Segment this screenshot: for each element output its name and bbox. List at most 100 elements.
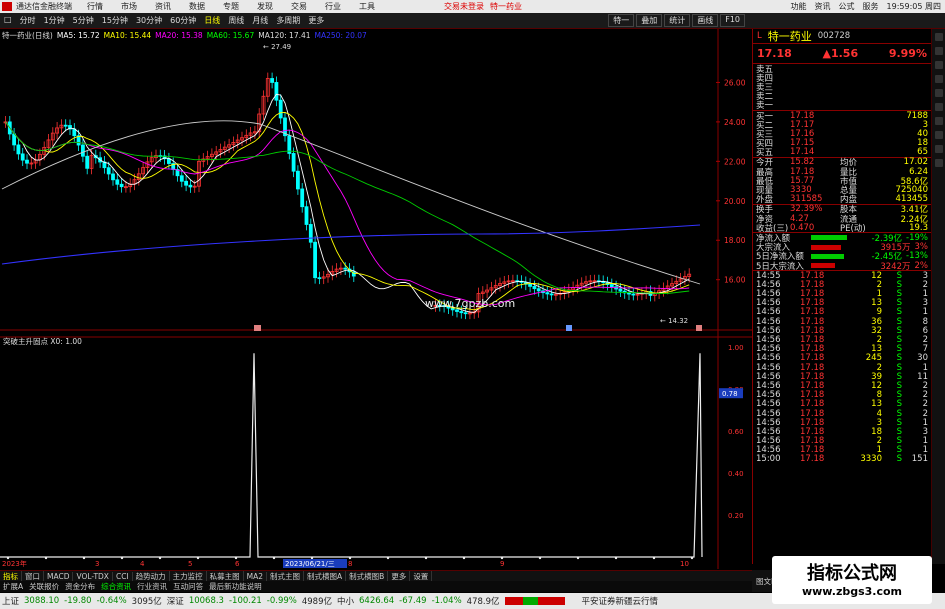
sidebar-icon-10[interactable] bbox=[934, 159, 943, 167]
toolbar-btn-3[interactable]: 画线 bbox=[692, 14, 719, 27]
sidebar-icon-4[interactable] bbox=[934, 75, 943, 83]
indicator-tab-10[interactable]: 制式横图A bbox=[304, 570, 347, 582]
menu-item-3[interactable]: 数据 bbox=[180, 1, 214, 12]
indicator-tab-4[interactable]: CCI bbox=[113, 571, 133, 581]
period-0[interactable]: □ bbox=[0, 15, 16, 26]
flow-bar bbox=[811, 262, 835, 268]
baseline-dot bbox=[462, 556, 466, 560]
sidebar-icon-5[interactable] bbox=[934, 89, 943, 97]
ext-tab-6[interactable]: 最后新功能说明 bbox=[206, 581, 265, 592]
period-10[interactable]: 多周期 bbox=[272, 15, 304, 26]
index-amount: 4989亿 bbox=[301, 597, 332, 607]
watermark-line1: 指标公式网 bbox=[807, 563, 897, 584]
sidebar-icon-6[interactable] bbox=[934, 103, 943, 111]
menu-item-0[interactable]: 行情 bbox=[78, 1, 112, 12]
period-7[interactable]: 日线 bbox=[200, 15, 224, 26]
toolbar-btn-0[interactable]: 特一 bbox=[608, 14, 635, 27]
baseline-dot bbox=[120, 556, 124, 560]
quote-price: 17.18 bbox=[757, 47, 792, 60]
menu-item-1[interactable]: 市场 bbox=[112, 1, 146, 12]
toolbar-btn-1[interactable]: 叠加 bbox=[636, 14, 663, 27]
candle-body bbox=[111, 173, 115, 181]
ext-tab-1[interactable]: 关联报价 bbox=[26, 581, 62, 592]
baseline-dot bbox=[158, 556, 162, 560]
indicator-tab-8[interactable]: MA2 bbox=[244, 571, 268, 581]
indicator-tab-0[interactable]: 指标 bbox=[0, 570, 22, 582]
indicator-tab-7[interactable]: 私募主图 bbox=[207, 570, 244, 582]
baseline-dot bbox=[310, 556, 314, 560]
sidebar-icon-2[interactable] bbox=[934, 47, 943, 55]
candle-body bbox=[308, 224, 313, 243]
menu-item-8[interactable]: 工具 bbox=[350, 1, 384, 12]
title-stock-name: 特一药业 bbox=[490, 2, 522, 11]
period-3[interactable]: 5分钟 bbox=[69, 15, 98, 26]
indicator-tab-3[interactable]: VOL-TDX bbox=[73, 571, 113, 581]
menu-item-5[interactable]: 发现 bbox=[248, 1, 282, 12]
period-1[interactable]: 分时 bbox=[16, 15, 40, 26]
menu-item-4[interactable]: 专题 bbox=[214, 1, 248, 12]
candle-body bbox=[63, 124, 68, 127]
indicator-tab-13[interactable]: 设置 bbox=[410, 570, 433, 582]
candle-body bbox=[549, 293, 554, 296]
sidebar-icon-7[interactable] bbox=[934, 117, 943, 125]
candle-body bbox=[536, 288, 541, 292]
toolbar-btn-4[interactable]: F10 bbox=[720, 14, 745, 27]
menu-item-6[interactable]: 交易 bbox=[282, 1, 316, 12]
candle-body bbox=[20, 153, 25, 161]
index-amount: 478.9亿 bbox=[466, 597, 500, 607]
quote-price-row: 17.18 ▲1.56 9.99% bbox=[753, 44, 931, 64]
baseline-dot bbox=[424, 556, 428, 560]
candle-body bbox=[455, 309, 459, 312]
indicator-tab-5[interactable]: 趋势动力 bbox=[133, 570, 170, 582]
indicator-tab-12[interactable]: 更多 bbox=[388, 570, 411, 582]
period-11[interactable]: 更多 bbox=[304, 15, 328, 26]
price-chart[interactable]: 26.00 24.00 22.00 20.00 18.00 16.00 ← 27.49 ← 1… bbox=[0, 29, 752, 569]
tick-row-20: 15:00 17.18 3330 S 151 bbox=[753, 454, 931, 464]
ma20-line bbox=[5, 121, 690, 306]
ext-tab-3[interactable]: 综合资讯 bbox=[98, 581, 134, 592]
indicator-tab-6[interactable]: 主力监控 bbox=[170, 570, 207, 582]
baseline-dot bbox=[6, 556, 10, 560]
ext-tab-0[interactable]: 扩展A bbox=[0, 581, 26, 592]
quote-pct: 9.99% bbox=[888, 47, 927, 60]
ext-tab-4[interactable]: 行业资讯 bbox=[134, 581, 170, 592]
candle-body bbox=[545, 292, 550, 295]
candle-body bbox=[12, 133, 17, 146]
indicator-current-value: 0.78 bbox=[722, 390, 738, 398]
period-4[interactable]: 15分钟 bbox=[98, 15, 132, 26]
baseline-dot bbox=[500, 556, 504, 560]
period-6[interactable]: 60分钟 bbox=[166, 15, 200, 26]
title-right-item-2[interactable]: 公式 bbox=[839, 1, 855, 12]
sidebar-icon-1[interactable] bbox=[934, 33, 943, 41]
x-axis-label: 6 bbox=[235, 560, 240, 568]
sidebar-icon-3[interactable] bbox=[934, 61, 943, 69]
indicator-tab-2[interactable]: MACD bbox=[44, 571, 74, 581]
login-notice[interactable]: 交易未登录 bbox=[444, 1, 484, 12]
sidebar-icon-9[interactable] bbox=[934, 145, 943, 153]
ext-tab-5[interactable]: 互动问答 bbox=[170, 581, 206, 592]
candle-body bbox=[627, 292, 631, 295]
title-right-item-1[interactable]: 资讯 bbox=[815, 1, 831, 12]
indicator-tab-11[interactable]: 制式横图B bbox=[346, 570, 389, 582]
tick-list[interactable]: 14:55 17.18 12 S 3 14:56 17.18 2 S 2 14:56 17.18 1 S 1… bbox=[753, 271, 931, 465]
baseline-dot bbox=[234, 556, 238, 560]
site-watermark: 指标公式网 www.zbgs3.com bbox=[772, 556, 932, 604]
period-9[interactable]: 月线 bbox=[248, 15, 272, 26]
quote-panel: L 特一药业 002728 17.18 ▲1.56 9.99% 卖五 卖四 卖三 卖二… bbox=[752, 29, 931, 564]
ext-tab-2[interactable]: 资金分布 bbox=[62, 581, 98, 592]
title-right-item-0[interactable]: 功能 bbox=[791, 1, 807, 12]
sidebar-icon-8[interactable] bbox=[934, 131, 943, 139]
toolbar-btn-2[interactable]: 统计 bbox=[664, 14, 691, 27]
indicator-tab-9[interactable]: 制式主图 bbox=[267, 570, 305, 582]
menu-item-7[interactable]: 行业 bbox=[316, 1, 350, 12]
indicator-tick-label: 0.20 bbox=[728, 512, 744, 520]
baseline-dot bbox=[652, 556, 656, 560]
menu-item-2[interactable]: 资讯 bbox=[146, 1, 180, 12]
period-2[interactable]: 1分钟 bbox=[40, 15, 69, 26]
period-8[interactable]: 周线 bbox=[224, 15, 248, 26]
title-right-item-3[interactable]: 服务 bbox=[863, 1, 879, 12]
candle-body bbox=[115, 179, 120, 185]
sell-orders: 卖五 卖四 卖三 卖二 卖一 bbox=[753, 64, 931, 111]
period-5[interactable]: 30分钟 bbox=[132, 15, 166, 26]
indicator-tab-1[interactable]: 窗口 bbox=[22, 570, 44, 582]
